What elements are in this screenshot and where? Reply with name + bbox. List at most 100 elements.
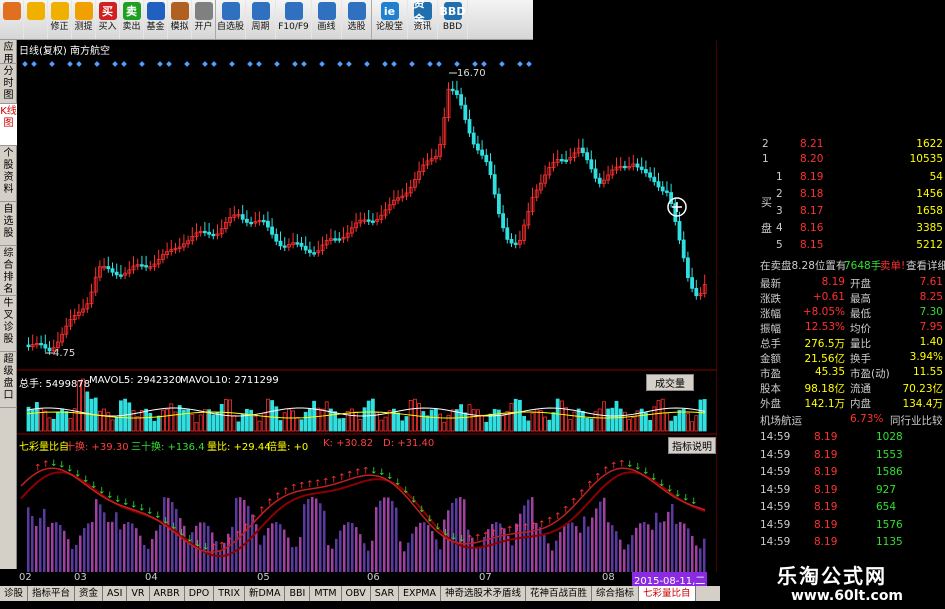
volume-bar: [547, 419, 552, 432]
signal-arrow: ↑: [618, 459, 626, 469]
candle-body: [459, 94, 464, 106]
toolbar-button-select[interactable]: 选股: [342, 0, 372, 39]
indicator-tab[interactable]: DPO: [185, 586, 215, 601]
chart-canvas[interactable]: 16.704.7512.089.407.636.767360036800X100…: [17, 40, 717, 572]
volume-bar: [156, 415, 161, 432]
volume-bar: [560, 400, 564, 432]
indicator-tab[interactable]: MTM: [310, 586, 342, 601]
toolbar-button-clock[interactable]: 测提: [72, 0, 96, 39]
tick-time: 14:59: [760, 466, 791, 478]
indicator-help-button[interactable]: 指标说明: [668, 437, 716, 454]
indicator-bar: [639, 523, 642, 572]
level: 5: [776, 239, 783, 251]
candle-body: [119, 274, 123, 277]
order-alert: 在卖盘8.28位置有 7648手 卖单! 查看详细: [758, 258, 945, 273]
indicator-tab[interactable]: 新DMA: [245, 586, 286, 601]
indicator-bar: [319, 503, 322, 572]
toolbar-button-period[interactable]: 周期: [246, 0, 276, 39]
indicator-tab[interactable]: 神奇选股术矛盾线: [441, 586, 526, 601]
vtab-0[interactable]: 应用: [0, 40, 17, 65]
indicator-bar: [335, 538, 338, 572]
indicator-tab[interactable]: ARBR: [150, 586, 185, 601]
indicator-tab[interactable]: 综合指标: [592, 586, 640, 601]
tick-volume: 654: [876, 501, 897, 513]
indicator-d: D: +31.40: [383, 438, 435, 449]
indicator-tab[interactable]: BBI: [285, 586, 311, 601]
indicator-tab[interactable]: EXPMA: [399, 586, 441, 601]
toolbar-button-up-down[interactable]: 修正: [48, 0, 72, 39]
vtab-5[interactable]: 综合排名: [0, 246, 17, 296]
order-action: 卖单!: [880, 260, 906, 272]
stat-key: 内盘: [850, 398, 871, 410]
indicator-tab[interactable]: 资金: [75, 586, 104, 601]
candle-body: [623, 165, 627, 169]
volume-bar: [648, 419, 652, 432]
toolbar-button-back-arrow[interactable]: [24, 0, 48, 39]
candle-body: [656, 181, 661, 188]
indicator-tab[interactable]: TRIX: [214, 586, 245, 601]
signal-arrow: ↓: [90, 481, 98, 491]
indicator-bar: [343, 524, 346, 572]
indicator-tab[interactable]: ASI: [103, 586, 128, 601]
vtab-7[interactable]: 超级盘口: [0, 352, 17, 408]
candle-body: [593, 168, 598, 179]
toolbar-button-buy[interactable]: 买买入: [96, 0, 120, 39]
volume-bar: [135, 416, 140, 432]
toolbar-button-globe[interactable]: 基金: [144, 0, 168, 39]
indicator-bar: [411, 533, 414, 572]
indicator-tab[interactable]: 指标平台: [28, 586, 76, 601]
indicator-tab[interactable]: SAR: [371, 586, 400, 601]
toolbar-button-restore[interactable]: [0, 0, 24, 39]
sector-compare-link[interactable]: 同行业比较: [890, 413, 943, 428]
indicator-bar: [135, 528, 138, 572]
toolbar-button-bbd[interactable]: BBD BBD: [438, 0, 468, 39]
level: 4: [776, 222, 783, 234]
sell-icon: 卖: [122, 2, 141, 20]
stat-row: 涨跌 +0.61 最高 8.25: [758, 291, 945, 306]
toolbar-button-sell[interactable]: 卖卖出: [120, 0, 144, 39]
indicator-tab[interactable]: VR: [127, 586, 150, 601]
chart-area[interactable]: 16.704.7512.089.407.636.767360036800X100…: [17, 40, 717, 572]
signal-arrow: ↑: [298, 482, 306, 492]
candle-body: [475, 143, 480, 151]
marker-icon: [472, 61, 478, 67]
buy-row: 5 8.15 5212: [758, 239, 945, 254]
toolbar-button-ie[interactable]: ie 论股堂: [372, 0, 408, 39]
stat-row: 外盘 142.1万 内盘 134.4万: [758, 396, 945, 411]
indicator-bar: [271, 523, 274, 572]
toolbar-button-folder[interactable]: 自选股: [216, 0, 246, 39]
volume-indicator-button[interactable]: 成交量: [646, 374, 694, 391]
indicator-tab[interactable]: OBV: [342, 586, 371, 601]
toolbar-button-news[interactable]: 资金 资讯: [408, 0, 438, 39]
indicator-bar: [403, 551, 406, 572]
vtab-6[interactable]: 牛叉诊股: [0, 296, 17, 352]
indicator-tab[interactable]: 花神百战百胜: [526, 586, 593, 601]
toolbar-button-lock[interactable]: 开户: [192, 0, 216, 39]
signal-arrow: ↑: [498, 527, 506, 537]
globe-icon: [146, 2, 165, 20]
candle-body: [677, 221, 682, 241]
volume-bar: [114, 416, 119, 432]
toolbar-button-hammer[interactable]: 模拟: [168, 0, 192, 39]
vtab-2[interactable]: K线图: [0, 104, 17, 146]
vtab-3[interactable]: 个股资料: [0, 146, 17, 202]
volume-mavol10: MAVOL10: 2711299: [180, 375, 279, 386]
candle-body: [366, 219, 371, 222]
indicator-bar: [287, 537, 290, 572]
indicator-bar: [651, 529, 654, 572]
toolbar-button-document[interactable]: F10/F9: [276, 0, 312, 39]
candle-body: [681, 239, 686, 259]
indicator-tab[interactable]: 诊股: [0, 586, 29, 601]
signal-arrow: ↑: [218, 541, 226, 551]
toolbar-label: 开户: [194, 22, 213, 32]
indicator-bar: [27, 507, 30, 572]
volume-bar: [299, 419, 304, 432]
indicator-bar: [431, 531, 434, 572]
indicator-tab[interactable]: 七彩量比自: [639, 586, 696, 601]
toolbar-button-pen[interactable]: 画线: [312, 0, 342, 39]
volume-bar: [471, 409, 476, 432]
order-detail-link[interactable]: 查看详细: [906, 258, 945, 273]
vtab-1[interactable]: 分时图: [0, 64, 17, 104]
stat-key: 流通: [850, 383, 871, 395]
vtab-4[interactable]: 自选股: [0, 202, 17, 246]
